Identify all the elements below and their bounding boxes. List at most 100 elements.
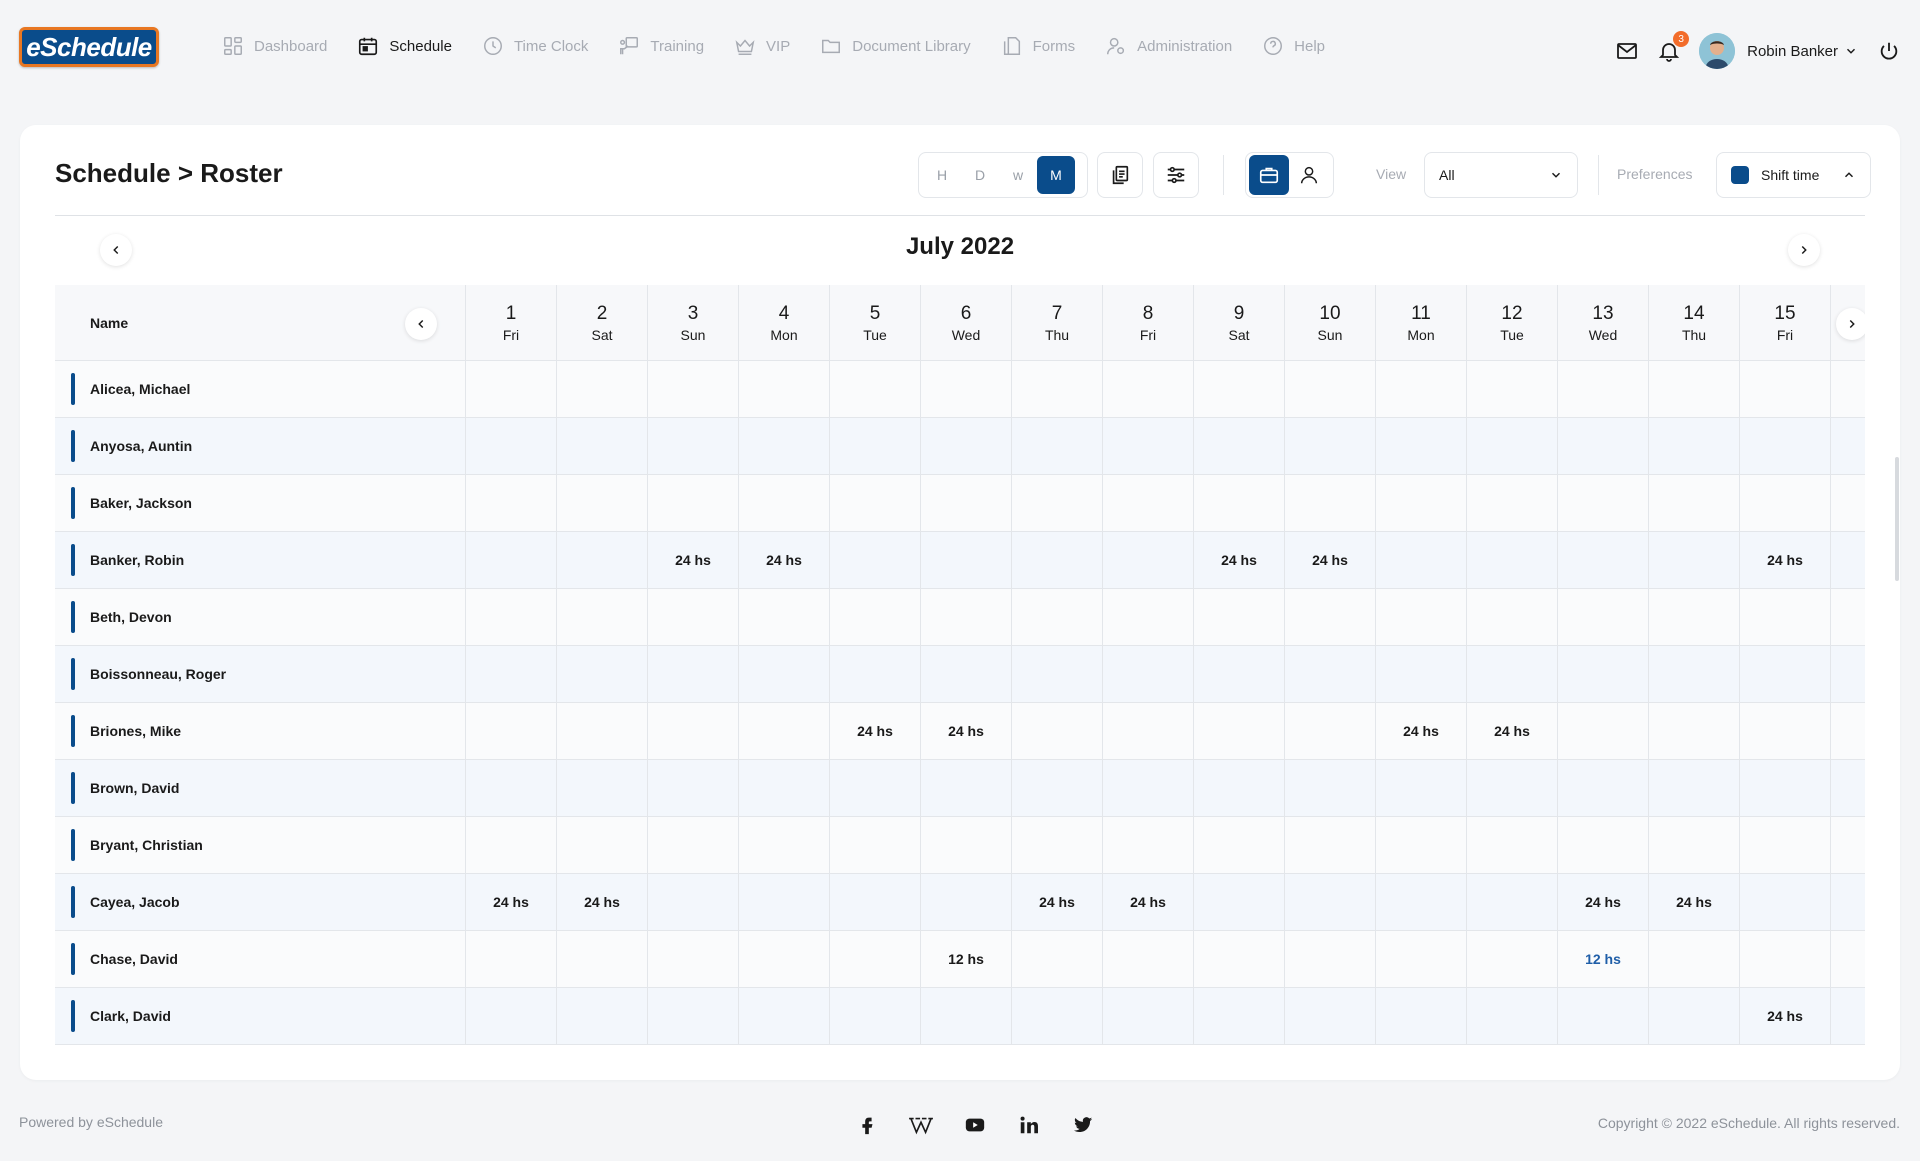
shift-cell[interactable] — [1284, 589, 1375, 645]
employee-name[interactable]: Cayea, Jacob — [90, 894, 180, 910]
shift-cell[interactable] — [556, 361, 647, 417]
shift-cell[interactable]: 12 hs — [920, 931, 1011, 987]
shift-cell[interactable] — [1375, 589, 1466, 645]
shift-cell[interactable] — [920, 646, 1011, 702]
shift-cell[interactable] — [465, 760, 556, 816]
shift-cell[interactable] — [1011, 931, 1102, 987]
shift-cell[interactable] — [465, 988, 556, 1044]
shift-cell[interactable] — [1739, 646, 1830, 702]
shift-cell[interactable] — [829, 418, 920, 474]
shift-cell[interactable] — [1466, 646, 1557, 702]
shift-cell[interactable] — [1466, 760, 1557, 816]
shift-cell[interactable] — [556, 418, 647, 474]
employee-name[interactable]: Chase, David — [90, 951, 178, 967]
twitter-link[interactable] — [1070, 1112, 1096, 1138]
shift-cell[interactable] — [1011, 988, 1102, 1044]
employee-name[interactable]: Anyosa, Auntin — [90, 438, 192, 454]
shift-cell[interactable]: 24 hs — [1466, 703, 1557, 759]
shift-cell[interactable] — [647, 361, 738, 417]
shift-cell[interactable] — [1830, 874, 1865, 930]
shift-cell[interactable]: 24 hs — [1739, 988, 1830, 1044]
shift-cell[interactable] — [1375, 931, 1466, 987]
shift-cell[interactable] — [1011, 532, 1102, 588]
shift-cell[interactable] — [1466, 475, 1557, 531]
shift-cell[interactable] — [1011, 817, 1102, 873]
shift-cell[interactable]: 24 hs — [738, 532, 829, 588]
shift-cell[interactable]: 24 hs — [1739, 532, 1830, 588]
shift-cell[interactable] — [1557, 988, 1648, 1044]
shift-cell[interactable] — [1102, 532, 1193, 588]
avatar[interactable] — [1699, 33, 1736, 69]
shift-cell[interactable] — [465, 817, 556, 873]
shift-cell[interactable] — [1102, 475, 1193, 531]
view-mode-day[interactable]: D — [961, 156, 999, 194]
preferences-dropdown[interactable]: Shift time — [1716, 152, 1871, 198]
shift-cell[interactable] — [920, 475, 1011, 531]
view-mode-hour[interactable]: H — [923, 156, 961, 194]
shift-cell[interactable] — [1102, 988, 1193, 1044]
shift-cell[interactable] — [738, 646, 829, 702]
shift-cell[interactable]: 24 hs — [1193, 532, 1284, 588]
shift-cell[interactable] — [1102, 646, 1193, 702]
shift-cell[interactable] — [465, 361, 556, 417]
shift-cell[interactable] — [1193, 703, 1284, 759]
shift-cell[interactable] — [1739, 361, 1830, 417]
shift-cell[interactable] — [738, 931, 829, 987]
shift-cell[interactable] — [829, 931, 920, 987]
shift-cell[interactable] — [1466, 817, 1557, 873]
shift-cell[interactable] — [556, 817, 647, 873]
shift-cell[interactable] — [1739, 703, 1830, 759]
shift-cell[interactable] — [1830, 760, 1865, 816]
shift-cell[interactable] — [1830, 589, 1865, 645]
linkedin-link[interactable] — [1016, 1112, 1042, 1138]
shift-cell[interactable] — [1557, 760, 1648, 816]
shift-cell[interactable] — [1739, 817, 1830, 873]
shift-cell[interactable]: 24 hs — [1284, 532, 1375, 588]
shift-cell[interactable] — [556, 646, 647, 702]
shift-cell[interactable] — [1557, 589, 1648, 645]
shift-cell[interactable] — [738, 418, 829, 474]
shift-cell[interactable] — [920, 361, 1011, 417]
shift-cell[interactable] — [1648, 931, 1739, 987]
shift-cell[interactable] — [1830, 361, 1865, 417]
shift-cell[interactable] — [1739, 589, 1830, 645]
shift-cell[interactable]: 24 hs — [1102, 874, 1193, 930]
nav-dashboard[interactable]: Dashboard — [222, 35, 327, 57]
shift-cell[interactable] — [1284, 874, 1375, 930]
shift-cell[interactable] — [1102, 361, 1193, 417]
copy-button[interactable] — [1097, 152, 1143, 198]
shift-cell[interactable] — [465, 931, 556, 987]
shift-cell[interactable] — [1830, 418, 1865, 474]
shift-cell[interactable] — [1466, 874, 1557, 930]
shift-cell[interactable] — [1102, 931, 1193, 987]
shift-cell[interactable]: 24 hs — [556, 874, 647, 930]
employee-name[interactable]: Bryant, Christian — [90, 837, 203, 853]
shift-cell[interactable] — [920, 874, 1011, 930]
shift-cell[interactable] — [1102, 760, 1193, 816]
shift-cell[interactable] — [647, 418, 738, 474]
shift-cell[interactable] — [1466, 931, 1557, 987]
nav-vip[interactable]: VIP — [734, 35, 790, 57]
shift-cell[interactable] — [1193, 646, 1284, 702]
shift-cell[interactable] — [829, 874, 920, 930]
shift-cell[interactable] — [1648, 361, 1739, 417]
shift-cell[interactable] — [738, 703, 829, 759]
shift-cell[interactable] — [920, 418, 1011, 474]
shift-cell[interactable] — [1193, 817, 1284, 873]
shift-cell[interactable] — [920, 532, 1011, 588]
shift-cell[interactable] — [829, 646, 920, 702]
shift-cell[interactable] — [1284, 475, 1375, 531]
shift-cell[interactable] — [556, 703, 647, 759]
shift-cell[interactable] — [647, 817, 738, 873]
shift-cell[interactable] — [1011, 418, 1102, 474]
shift-cell[interactable] — [1466, 988, 1557, 1044]
shift-cell[interactable] — [1375, 817, 1466, 873]
shift-cell[interactable] — [1375, 646, 1466, 702]
shift-cell[interactable] — [1830, 931, 1865, 987]
shift-cell[interactable] — [647, 703, 738, 759]
shift-cell[interactable] — [1466, 361, 1557, 417]
shift-cell[interactable] — [738, 988, 829, 1044]
shift-cell[interactable] — [1011, 760, 1102, 816]
shift-cell[interactable] — [1557, 703, 1648, 759]
shift-cell[interactable] — [1375, 760, 1466, 816]
